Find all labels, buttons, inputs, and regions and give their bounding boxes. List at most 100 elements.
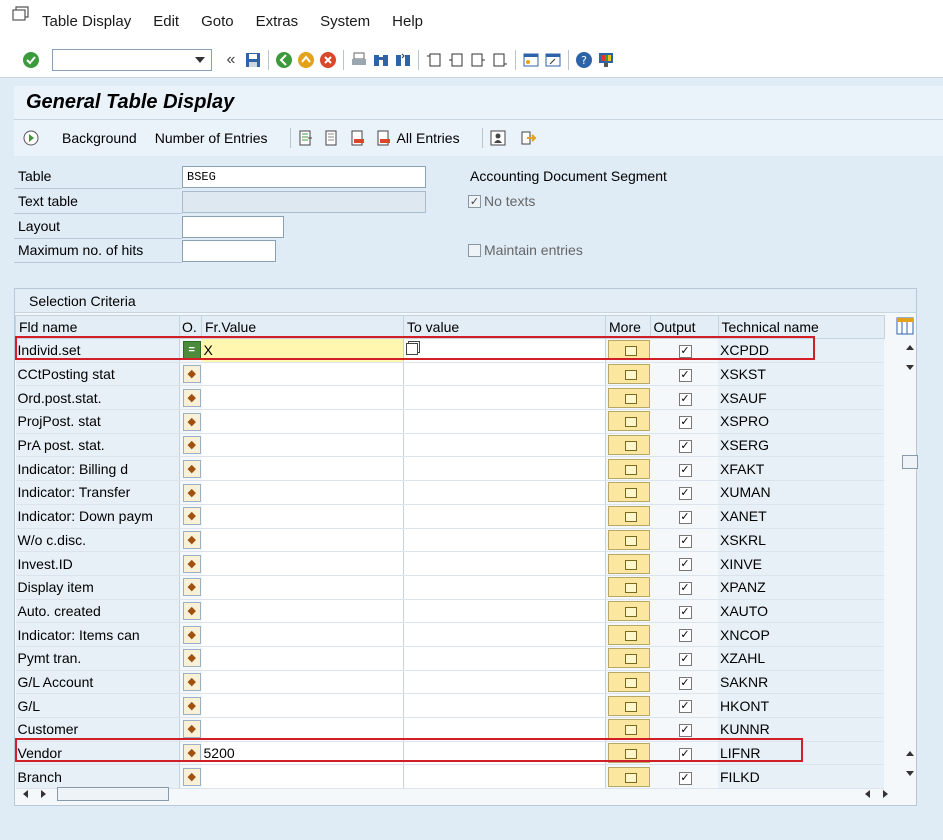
multiple-selection-button[interactable] <box>608 671 650 692</box>
print-icon[interactable] <box>348 49 370 71</box>
select-option-icon[interactable]: ◆ <box>182 649 201 668</box>
next-page-icon[interactable] <box>467 49 489 71</box>
output-checkbox[interactable]: ✓ <box>678 345 692 359</box>
scroll-up-icon[interactable] <box>906 345 914 350</box>
export-button[interactable] <box>519 129 541 147</box>
output-checkbox[interactable]: ✓ <box>678 416 692 430</box>
select-option-icon[interactable]: ◆ <box>182 507 201 526</box>
first-page-icon[interactable] <box>423 49 445 71</box>
col-header-output[interactable]: Output <box>649 315 719 339</box>
to-value-input[interactable] <box>403 409 606 434</box>
to-value-input[interactable] <box>403 504 606 529</box>
scroll-thumb[interactable] <box>902 455 918 469</box>
multiple-selection-button[interactable] <box>608 553 650 574</box>
exit-icon[interactable] <box>295 49 317 71</box>
from-value-input[interactable] <box>201 504 404 529</box>
from-value-input[interactable] <box>201 575 404 600</box>
menu-app-icon[interactable] <box>12 6 30 24</box>
multiple-selection-button[interactable] <box>608 482 650 503</box>
to-value-input[interactable] <box>403 362 606 387</box>
save-icon[interactable] <box>242 49 264 71</box>
from-value-input[interactable] <box>201 717 404 742</box>
cancel-icon[interactable] <box>317 49 339 71</box>
col-header-more[interactable]: More <box>605 315 651 339</box>
to-value-input[interactable] <box>403 338 606 363</box>
new-session-icon[interactable] <box>520 49 542 71</box>
menu-extras[interactable]: Extras <box>256 13 299 30</box>
from-value-input[interactable] <box>201 622 404 647</box>
select-option-icon[interactable]: ◆ <box>182 483 201 502</box>
menu-table-display[interactable]: Table Display <box>42 13 131 30</box>
select-option-icon[interactable]: ◆ <box>182 720 201 739</box>
to-value-input[interactable] <box>403 551 606 576</box>
to-value-input[interactable] <box>403 456 606 482</box>
scroll-down-icon[interactable] <box>906 771 914 776</box>
to-value-input[interactable] <box>403 528 606 553</box>
to-value-input[interactable] <box>403 385 606 411</box>
menu-goto[interactable]: Goto <box>201 13 234 30</box>
from-value-input[interactable] <box>201 456 404 482</box>
output-checkbox[interactable]: ✓ <box>678 653 692 667</box>
multiple-selection-button[interactable] <box>608 340 650 361</box>
output-checkbox[interactable]: ✓ <box>678 629 692 643</box>
output-checkbox[interactable]: ✓ <box>678 676 692 690</box>
col-header-technical-name[interactable]: Technical name <box>717 315 885 339</box>
to-value-input[interactable] <box>403 480 606 505</box>
multiple-selection-button[interactable] <box>608 695 650 716</box>
output-checkbox[interactable]: ✓ <box>678 368 692 382</box>
multiple-selection-button[interactable] <box>608 648 650 669</box>
scroll-right-icon[interactable] <box>41 790 46 798</box>
col-header-fld-name[interactable]: Fld name <box>15 315 180 339</box>
horizontal-scrollbar[interactable] <box>19 785 903 803</box>
menu-edit[interactable]: Edit <box>153 13 179 30</box>
equals-option-icon[interactable]: = <box>182 341 201 360</box>
output-checkbox[interactable]: ✓ <box>678 463 692 477</box>
output-checkbox[interactable]: ✓ <box>678 392 692 406</box>
output-checkbox[interactable]: ✓ <box>678 439 692 453</box>
deselect-button[interactable] <box>323 129 345 147</box>
multiple-selection-button[interactable] <box>608 529 650 550</box>
scroll-left-icon[interactable] <box>865 790 870 798</box>
to-value-input[interactable] <box>403 575 606 600</box>
output-checkbox[interactable]: ✓ <box>678 700 692 714</box>
last-page-icon[interactable] <box>489 49 511 71</box>
number-of-entries-button[interactable]: Number of Entries <box>155 130 268 146</box>
output-checkbox[interactable]: ✓ <box>678 534 692 548</box>
select-option-icon[interactable]: ◆ <box>182 673 201 692</box>
from-value-input[interactable] <box>201 385 404 411</box>
output-checkbox[interactable]: ✓ <box>678 582 692 596</box>
to-value-input[interactable] <box>403 741 606 766</box>
select-option-icon[interactable]: ◆ <box>182 412 201 431</box>
output-checkbox[interactable]: ✓ <box>678 771 692 785</box>
help-icon[interactable]: ? <box>573 49 595 71</box>
select-all-button[interactable] <box>297 129 319 147</box>
delete-selection-button[interactable] <box>349 129 371 147</box>
horizontal-scroll-thumb[interactable] <box>57 787 169 801</box>
from-value-input[interactable] <box>201 693 404 718</box>
scroll-right-icon[interactable] <box>883 790 888 798</box>
collapse-command-icon[interactable]: « <box>220 49 242 71</box>
scroll-up-icon[interactable] <box>906 751 914 756</box>
back-icon[interactable] <box>273 49 295 71</box>
field-list-button[interactable] <box>489 129 511 147</box>
menu-help[interactable]: Help <box>392 13 423 30</box>
enter-icon[interactable] <box>20 49 42 71</box>
multiple-selection-button[interactable] <box>608 411 650 432</box>
from-value-input[interactable] <box>201 528 404 553</box>
background-button[interactable]: Background <box>62 130 137 146</box>
layout-input[interactable] <box>182 216 284 238</box>
previous-page-icon[interactable] <box>445 49 467 71</box>
multiple-selection-button[interactable] <box>608 387 650 408</box>
from-value-input[interactable] <box>201 646 404 671</box>
output-checkbox[interactable]: ✓ <box>678 487 692 501</box>
from-value-input[interactable] <box>201 551 404 576</box>
from-value-input[interactable]: X <box>201 338 404 363</box>
output-checkbox[interactable]: ✓ <box>678 747 692 761</box>
copy-value-icon[interactable] <box>406 343 418 355</box>
to-value-input[interactable] <box>403 622 606 647</box>
select-option-icon[interactable]: ◆ <box>182 767 201 786</box>
select-option-icon[interactable]: ◆ <box>182 625 201 644</box>
multiple-selection-button[interactable] <box>608 506 650 527</box>
customize-layout-icon[interactable] <box>595 49 617 71</box>
col-header-from-value[interactable]: Fr.Value <box>201 315 404 339</box>
